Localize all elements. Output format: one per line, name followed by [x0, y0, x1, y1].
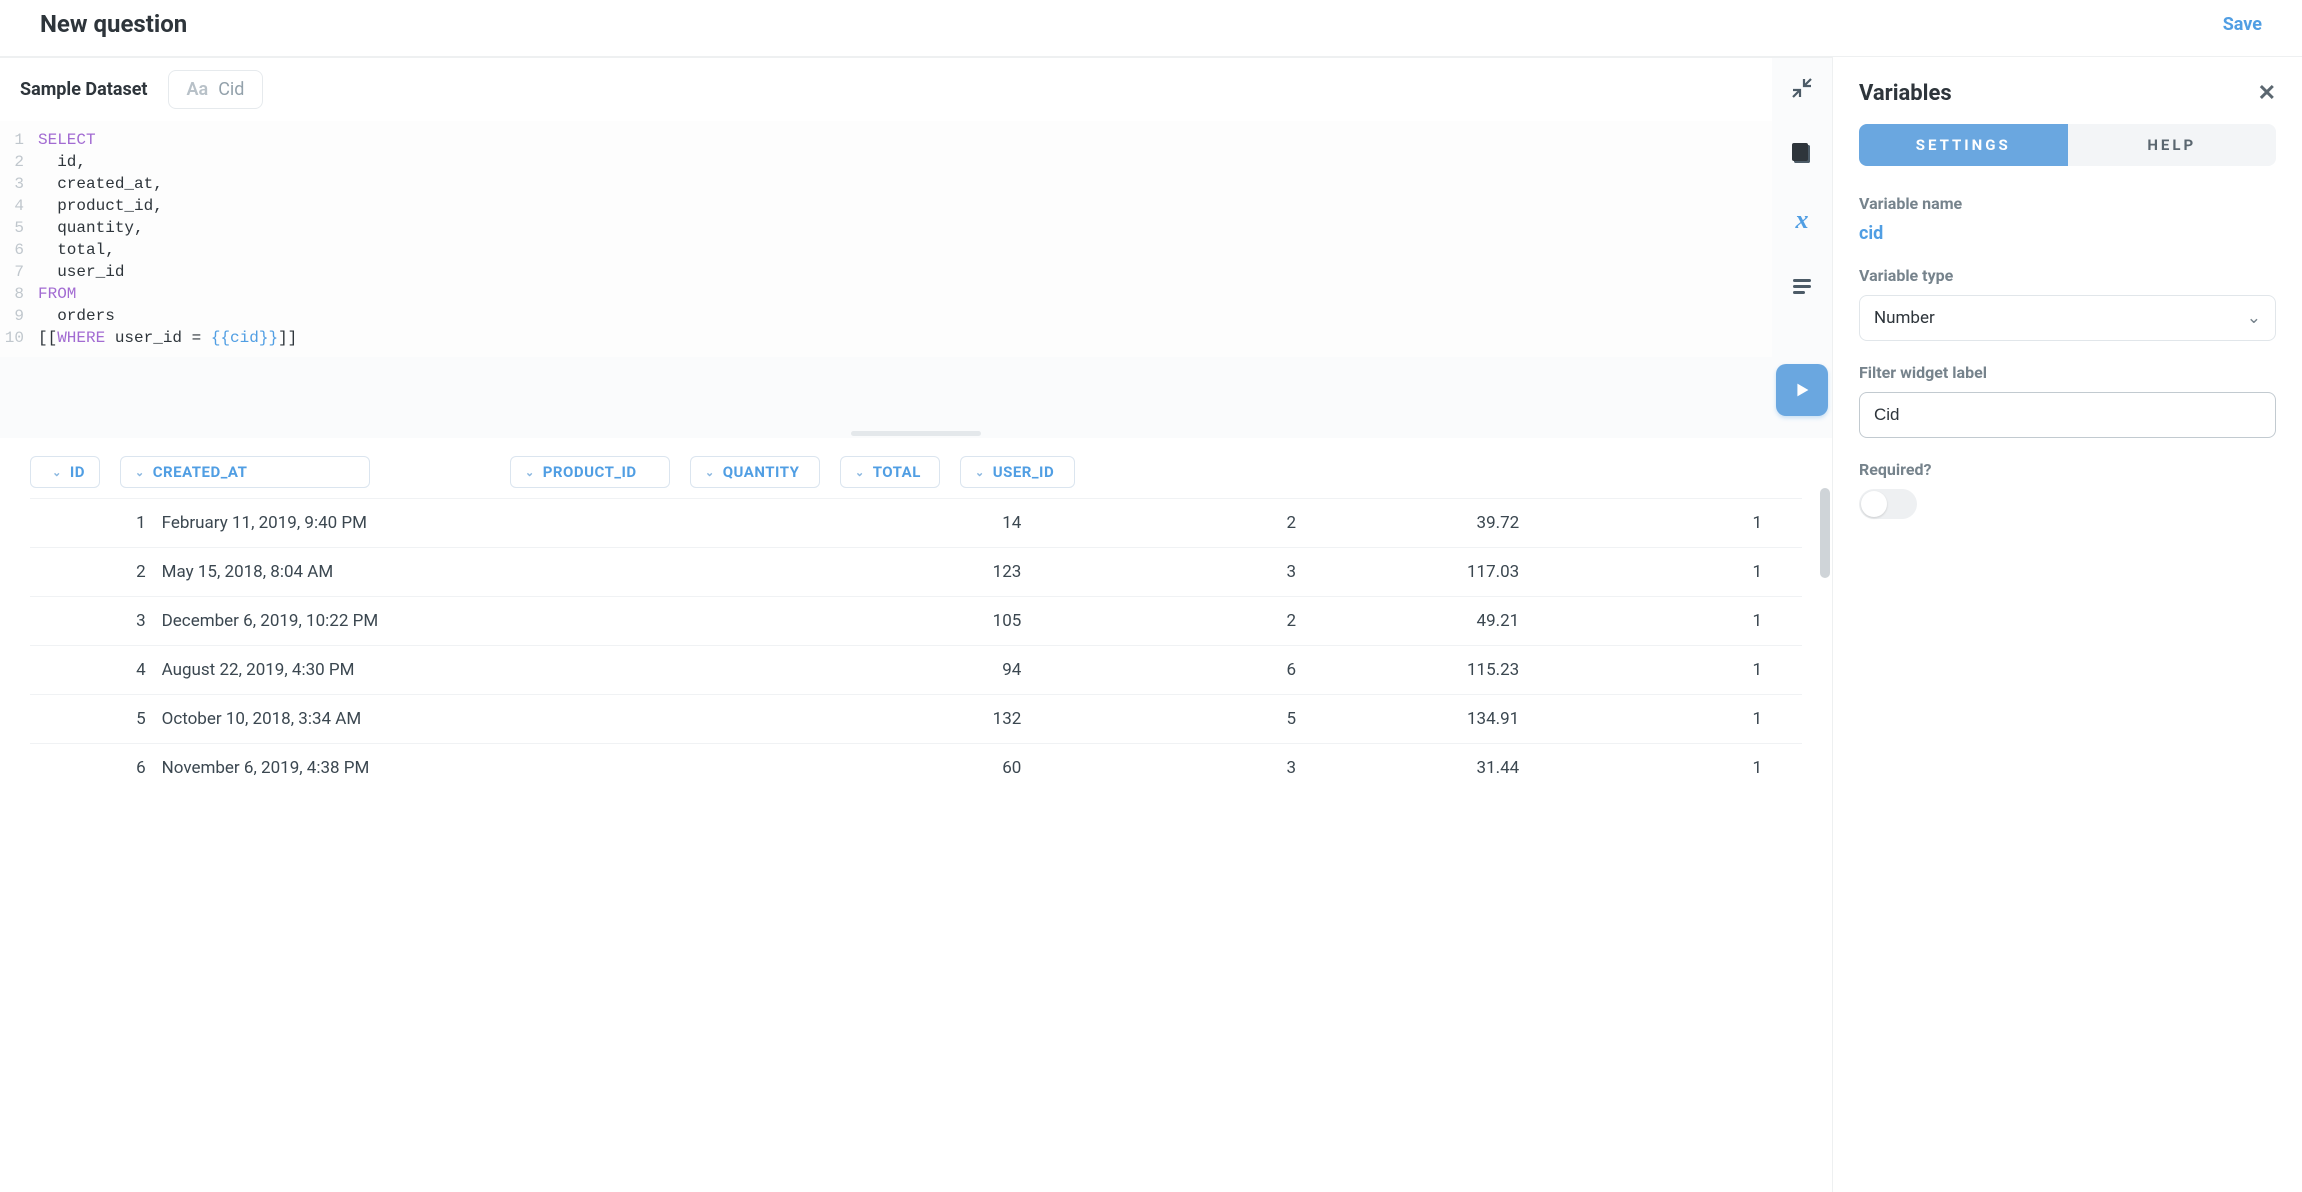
column-header-created_at[interactable]: ⌄ CREATED_AT — [120, 456, 370, 488]
filter-widget-label: Filter widget label — [1859, 363, 2276, 382]
chevron-down-icon: ⌄ — [525, 466, 535, 479]
table-row[interactable]: 6November 6, 2019, 4:38 PM60331.441 — [30, 744, 1802, 793]
reference-icon[interactable] — [1784, 136, 1820, 172]
cell: 31.44 — [1304, 744, 1527, 793]
variable-type-value: Number — [1874, 308, 1935, 328]
chevron-down-icon: ⌄ — [705, 466, 715, 479]
required-label: Required? — [1859, 460, 2276, 479]
panel-title: Variables — [1859, 81, 1952, 106]
filter-widget-input[interactable] — [1859, 392, 2276, 438]
variable-name-value: cid — [1859, 223, 2276, 244]
column-header-quantity[interactable]: ⌄ QUANTITY — [690, 456, 820, 488]
column-label: CREATED_AT — [153, 463, 248, 481]
cell: 1 — [1527, 499, 1802, 548]
cell: 1 — [1527, 548, 1802, 597]
cell: 1 — [30, 499, 154, 548]
cell: December 6, 2019, 10:22 PM — [154, 597, 635, 646]
variable-name-label: Variable name — [1859, 194, 2276, 213]
tab-settings[interactable]: SETTINGS — [1859, 124, 2068, 166]
cell: August 22, 2019, 4:30 PM — [154, 646, 635, 695]
cell: 2 — [1029, 499, 1304, 548]
column-header-id[interactable]: ⌄ ID — [30, 456, 100, 488]
cell: 4 — [30, 646, 154, 695]
column-label: USER_ID — [993, 463, 1054, 481]
cell: 3 — [1029, 548, 1304, 597]
column-label: PRODUCT_ID — [543, 463, 637, 481]
topbar: New question Save — [0, 0, 2302, 57]
column-header-total[interactable]: ⌄ TOTAL — [840, 456, 940, 488]
variable-type-select[interactable]: Number ⌄ — [1859, 295, 2276, 341]
chevron-down-icon: ⌄ — [855, 466, 865, 479]
cell: 3 — [30, 597, 154, 646]
toggle-knob — [1861, 491, 1887, 517]
sql-editor[interactable]: 12345678910 SELECT id, created_at, produ… — [0, 121, 1772, 357]
chevron-down-icon: ⌄ — [975, 466, 985, 479]
cell: 117.03 — [1304, 548, 1527, 597]
chevron-down-icon: ⌄ — [52, 466, 62, 479]
results-table: 1February 11, 2019, 9:40 PM14239.7212May… — [30, 498, 1802, 792]
page-title: New question — [40, 10, 187, 38]
column-label: QUANTITY — [723, 463, 800, 481]
cell: 5 — [1029, 695, 1304, 744]
chevron-down-icon: ⌄ — [135, 466, 145, 479]
cell: 3 — [1029, 744, 1304, 793]
dataset-name[interactable]: Sample Dataset — [20, 79, 148, 100]
cell: 60 — [634, 744, 1029, 793]
table-header-row: ⌄ ID ⌄ CREATED_AT ⌄ PRODUCT_ID ⌄ QUANTITY ⌄ TOTAL… — [30, 456, 1802, 498]
editor-sidebar: x — [1772, 58, 1832, 428]
cell: 5 — [30, 695, 154, 744]
contract-icon[interactable] — [1784, 70, 1820, 106]
variable-icon[interactable]: x — [1784, 202, 1820, 238]
drag-handle[interactable] — [0, 428, 1832, 438]
cell: 94 — [634, 646, 1029, 695]
cell: 14 — [634, 499, 1029, 548]
table-row[interactable]: 1February 11, 2019, 9:40 PM14239.721 — [30, 499, 1802, 548]
table-row[interactable]: 4August 22, 2019, 4:30 PM946115.231 — [30, 646, 1802, 695]
save-button[interactable]: Save — [2223, 14, 2262, 35]
cell: May 15, 2018, 8:04 AM — [154, 548, 635, 597]
column-label: TOTAL — [873, 463, 921, 481]
scrollbar-thumb[interactable] — [1820, 488, 1830, 578]
filter-chip-label: Cid — [218, 79, 244, 100]
column-label: ID — [70, 463, 85, 481]
text-icon: Aa — [187, 79, 209, 100]
filter-chip-cid[interactable]: Aa Cid — [168, 70, 264, 109]
line-gutter: 12345678910 — [0, 121, 28, 357]
close-icon[interactable]: ✕ — [2258, 81, 2276, 106]
cell: 2 — [30, 548, 154, 597]
results-panel: ⌄ ID ⌄ CREATED_AT ⌄ PRODUCT_ID ⌄ QUANTITY ⌄ TOTAL… — [0, 438, 1832, 1192]
editor-header: Sample Dataset Aa Cid — [0, 58, 1772, 121]
table-row[interactable]: 3December 6, 2019, 10:22 PM105249.211 — [30, 597, 1802, 646]
cell: 1 — [1527, 744, 1802, 793]
chevron-down-icon: ⌄ — [2247, 308, 2261, 328]
table-row[interactable]: 2May 15, 2018, 8:04 AM1233117.031 — [30, 548, 1802, 597]
cell: 115.23 — [1304, 646, 1527, 695]
column-header-user_id[interactable]: ⌄ USER_ID — [960, 456, 1075, 488]
cell: 134.91 — [1304, 695, 1527, 744]
cell: 6 — [30, 744, 154, 793]
run-button[interactable] — [1776, 364, 1828, 416]
tab-help[interactable]: HELP — [2068, 124, 2277, 166]
cell: October 10, 2018, 3:34 AM — [154, 695, 635, 744]
cell: 6 — [1029, 646, 1304, 695]
code-area[interactable]: SELECT id, created_at, product_id, quant… — [28, 121, 1772, 357]
cell: 1 — [1527, 646, 1802, 695]
table-row[interactable]: 5October 10, 2018, 3:34 AM1325134.911 — [30, 695, 1802, 744]
variable-type-label: Variable type — [1859, 266, 2276, 285]
cell: 49.21 — [1304, 597, 1527, 646]
cell: 132 — [634, 695, 1029, 744]
cell: 2 — [1029, 597, 1304, 646]
snippet-icon[interactable] — [1784, 268, 1820, 304]
cell: 1 — [1527, 597, 1802, 646]
cell: February 11, 2019, 9:40 PM — [154, 499, 635, 548]
variables-panel: Variables ✕ SETTINGS HELP Variable name … — [1832, 57, 2302, 1192]
cell: 39.72 — [1304, 499, 1527, 548]
cell: 123 — [634, 548, 1029, 597]
panel-tabs: SETTINGS HELP — [1859, 124, 2276, 166]
required-toggle[interactable] — [1859, 489, 1917, 519]
cell: 1 — [1527, 695, 1802, 744]
cell: 105 — [634, 597, 1029, 646]
column-header-product_id[interactable]: ⌄ PRODUCT_ID — [510, 456, 670, 488]
cell: November 6, 2019, 4:38 PM — [154, 744, 635, 793]
